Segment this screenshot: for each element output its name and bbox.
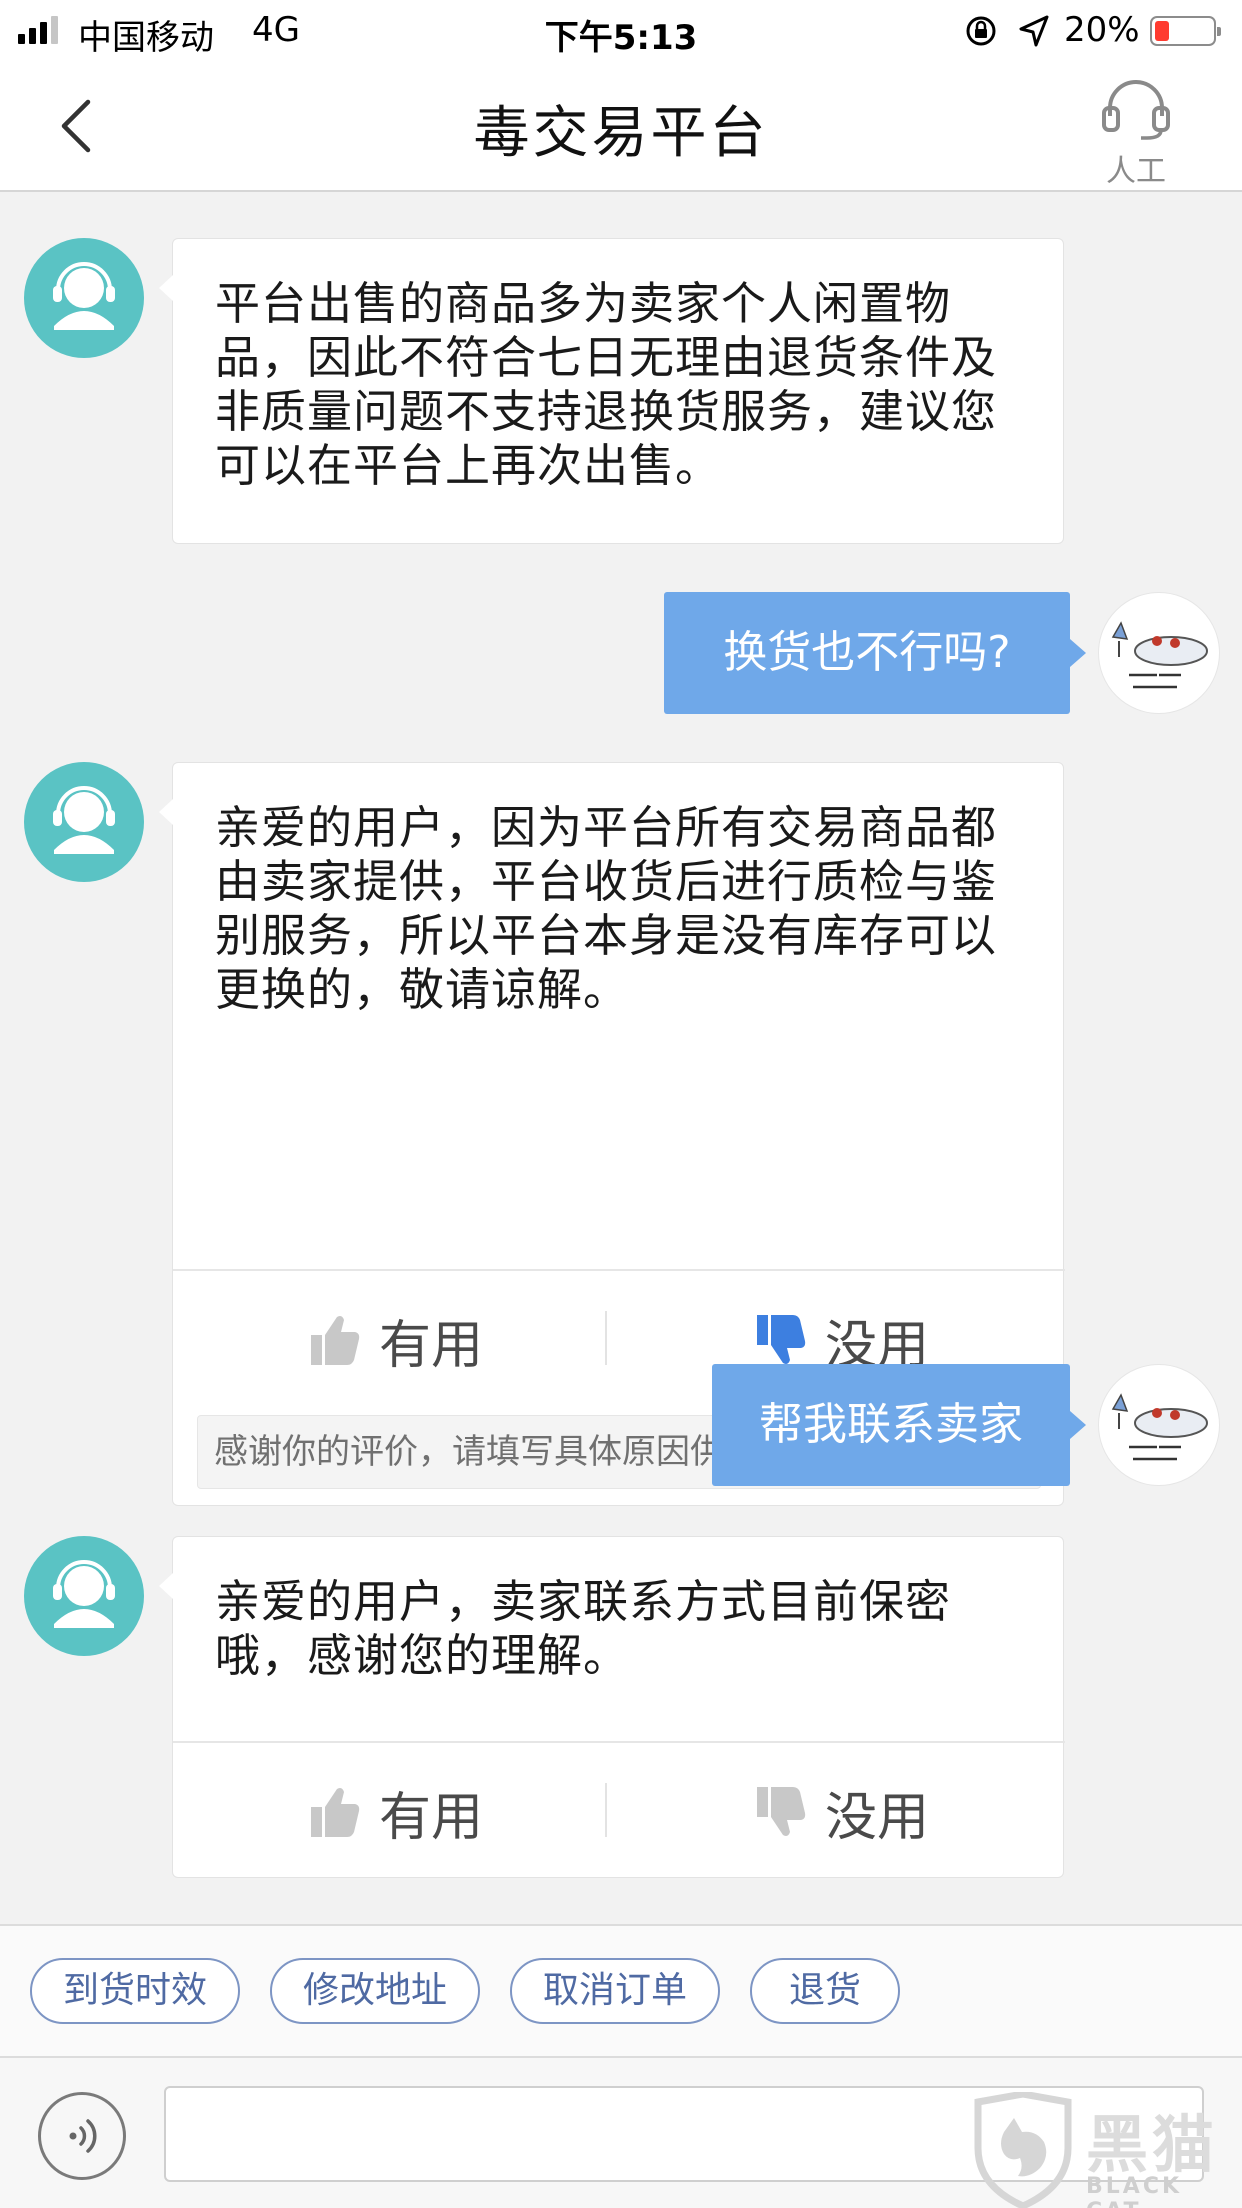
user-avatar-sketch-icon <box>1111 1393 1208 1461</box>
watermark-en: BLACK CAT <box>1086 2174 1183 2208</box>
user-message: 换货也不行吗? <box>664 592 1086 714</box>
page-title: 毒交易平台 <box>473 101 769 166</box>
user-message: 帮我联系卖家 <box>712 1364 1086 1486</box>
thumbs-down-icon <box>756 1315 806 1364</box>
nav-bar: 毒交易平台 人工 <box>0 62 1242 192</box>
thumbs-up-icon <box>310 1788 360 1837</box>
agent-message: 亲爱的用户，卖家联系方式目前保密哦，感谢您的理解。 有用 没用 <box>159 1536 1065 1879</box>
agent-avatar <box>24 1536 144 1656</box>
message-text: 亲爱的用户，卖家联系方式目前保密哦，感谢您的理解。 <box>215 1575 952 1682</box>
agent-person-icon <box>53 786 115 854</box>
feedback-divider <box>605 1783 607 1837</box>
status-bar: 中国移动 4G 下午5:13 20% <box>0 0 1242 62</box>
quick-reply-change-address[interactable]: 修改地址 <box>270 1958 480 2024</box>
cat-shield-logo-icon <box>974 2092 1072 2208</box>
blackcat-watermark: 黑猫 BLACK CAT <box>970 2092 1240 2208</box>
agent-person-icon <box>53 1560 115 1628</box>
user-avatar <box>1098 1364 1220 1486</box>
thumbs-up-icon <box>310 1316 360 1365</box>
quick-reply-cancel-order[interactable]: 取消订单 <box>510 1958 720 2024</box>
battery-icon <box>1150 16 1221 46</box>
voice-icon <box>69 2119 97 2153</box>
human-agent-label: 人工 <box>1106 154 1166 189</box>
useful-button[interactable]: 有用 <box>173 1743 619 1881</box>
quick-reply-bar: 到货时效 修改地址 取消订单 退货 <box>0 1924 1242 2058</box>
human-agent-button[interactable]: 人工 <box>1096 76 1176 190</box>
headset-icon <box>1102 80 1170 140</box>
useless-label: 没用 <box>824 1787 929 1848</box>
useful-label: 有用 <box>378 1315 483 1376</box>
message-text: 亲爱的用户，因为平台所有交易商品都由卖家提供，平台收货后进行质检与鉴别服务，所以… <box>215 801 998 1016</box>
agent-person-icon <box>53 262 115 330</box>
message-text: 平台出售的商品多为卖家个人闲置物品，因此不符合七日无理由退货条件及非质量问题不支… <box>215 277 998 492</box>
battery-percent: 20% <box>1064 10 1140 50</box>
location-arrow-icon <box>1019 15 1049 47</box>
useless-button[interactable]: 没用 <box>619 1743 1065 1881</box>
voice-button[interactable] <box>38 2092 126 2180</box>
watermark-cn: 黑猫 <box>1086 2108 1219 2181</box>
agent-avatar <box>24 238 144 358</box>
feedback-row: 有用 没用 <box>173 1741 1065 1879</box>
user-avatar-sketch-icon <box>1111 621 1208 689</box>
quick-reply-delivery-time[interactable]: 到货时效 <box>30 1958 240 2024</box>
useful-label: 有用 <box>378 1787 483 1848</box>
feedback-divider <box>605 1311 607 1365</box>
agent-avatar <box>24 762 144 882</box>
agent-message: 平台出售的商品多为卖家个人闲置物品，因此不符合七日无理由退货条件及非质量问题不支… <box>159 238 1064 544</box>
clock: 下午5:13 <box>544 18 698 58</box>
quick-reply-return[interactable]: 退货 <box>750 1958 900 2024</box>
user-avatar <box>1098 592 1220 714</box>
rotation-lock-icon <box>966 16 996 46</box>
chat-area[interactable]: 平台出售的商品多为卖家个人闲置物品，因此不符合七日无理由退货条件及非质量问题不支… <box>0 192 1242 1924</box>
thumbs-down-icon <box>756 1787 806 1836</box>
useful-button[interactable]: 有用 <box>173 1271 619 1409</box>
